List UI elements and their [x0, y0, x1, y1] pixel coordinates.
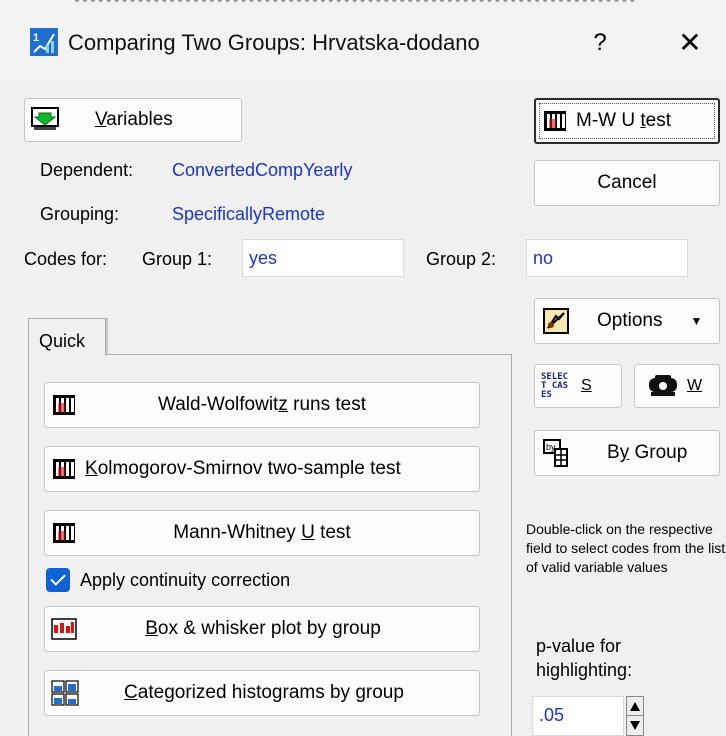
box-plot-icon [51, 618, 77, 640]
hint-text: Double-click on the respective field to … [526, 521, 726, 575]
dropdown-arrow-icon: ▼ [690, 314, 703, 328]
weight-label: W [687, 377, 703, 394]
pvalue-label-line2: highlighting: [536, 660, 633, 680]
wald-label-post: runs test [287, 394, 366, 415]
histogram-icon [51, 680, 79, 706]
mwu-label-post: est [645, 110, 672, 131]
tab-quick[interactable]: Quick [28, 318, 106, 356]
select-cases-icon: SELECT CASES [541, 371, 569, 400]
by-group-button[interactable]: by By Group [534, 430, 720, 476]
close-button[interactable]: ✕ [670, 26, 710, 60]
dependent-value[interactable]: ConvertedCompYearly [172, 160, 352, 181]
spinner-down-icon[interactable] [630, 721, 640, 730]
variables-icon [31, 107, 59, 130]
cancel-button[interactable]: Cancel [534, 160, 720, 206]
pvalue-spinner[interactable] [626, 696, 644, 736]
mw-label-pre: Mann-Whitney [173, 522, 302, 543]
by-group-label-mnemonic: y [619, 442, 630, 463]
grouping-value[interactable]: SpecificallyRemote [172, 204, 325, 225]
dependent-label: Dependent: [40, 160, 134, 180]
mann-whitney-u-test-button[interactable]: M-W U test [534, 98, 720, 144]
mw-label-mnemonic: U [301, 522, 315, 543]
weight-icon [649, 375, 677, 396]
wald-wolfowitz-runs-test-button[interactable]: Wald-Wolfowitz runs test [44, 382, 480, 428]
by-group-icon: by [543, 439, 568, 467]
continuity-correction-label[interactable]: Apply continuity correction [80, 570, 290, 591]
mwu-label-pre: M-W U [576, 110, 641, 131]
select-cases-label: S [581, 377, 592, 394]
categorized-histograms-button[interactable]: Categorized histograms by group [44, 670, 480, 716]
mann-whitney-test-button[interactable]: Mann-Whitney U test [44, 510, 480, 556]
pvalue-label: p-value for highlighting: [536, 634, 632, 682]
wald-label-mnemonic: z [278, 394, 288, 415]
group2-label: Group 2: [426, 249, 497, 269]
app-icon: 1 [30, 28, 58, 56]
pvalue-field[interactable]: .05 [532, 696, 624, 736]
box-label-post: ox & whisker plot by group [157, 618, 381, 639]
clipped-background-text [75, 0, 635, 6]
mw-label-post: test [314, 522, 351, 543]
ks-label-mnemonic: K [85, 458, 98, 479]
options-button[interactable]: Options ▼ [534, 298, 720, 344]
grid-icon [53, 459, 75, 479]
cancel-label: Cancel [597, 172, 657, 193]
ks-label-post: olmogorov-Smirnov two-sample test [97, 458, 401, 479]
grid-icon [544, 111, 566, 131]
svg-text:1: 1 [33, 32, 39, 44]
variables-button[interactable]: Variables [24, 98, 242, 142]
variables-label: ariables [106, 109, 173, 130]
window-title: Comparing Two Groups: Hrvatska-dodano [68, 30, 480, 55]
box-whisker-plot-button[interactable]: Box & whisker plot by group [44, 606, 480, 652]
options-label: Options [597, 310, 663, 331]
grouping-label: Grouping: [40, 204, 120, 224]
hist-label-post: ategorized histograms by group [137, 682, 404, 703]
variables-label-mnemonic: V [95, 109, 107, 130]
spinner-up-icon[interactable] [630, 702, 640, 711]
box-label-mnemonic: B [145, 618, 158, 639]
grid-icon [53, 395, 75, 415]
grid-icon [53, 523, 75, 543]
group2-code-field[interactable]: no [526, 239, 688, 277]
kolmogorov-smirnov-test-button[interactable]: Kolmogorov-Smirnov two-sample test [44, 446, 480, 492]
mwu-label-mnemonic: t [640, 110, 646, 131]
codes-for-label: Codes for: [24, 249, 108, 269]
group1-label: Group 1: [142, 249, 213, 269]
by-group-label-pre: B [607, 442, 620, 463]
group1-code-field[interactable]: yes [242, 239, 404, 277]
help-button[interactable]: ? [585, 26, 615, 60]
spinner-divider [627, 715, 643, 716]
continuity-correction-checkbox[interactable] [46, 568, 70, 592]
select-cases-button[interactable]: SELECT CASES S [534, 364, 622, 408]
wald-label-pre: Wald-Wolfowit [157, 394, 279, 415]
weight-button[interactable]: W [634, 364, 720, 408]
hist-label-mnemonic: C [124, 682, 138, 703]
options-icon [543, 308, 569, 334]
by-group-label-post: Group [629, 442, 688, 463]
pvalue-label-line1: p-value for [536, 636, 622, 656]
